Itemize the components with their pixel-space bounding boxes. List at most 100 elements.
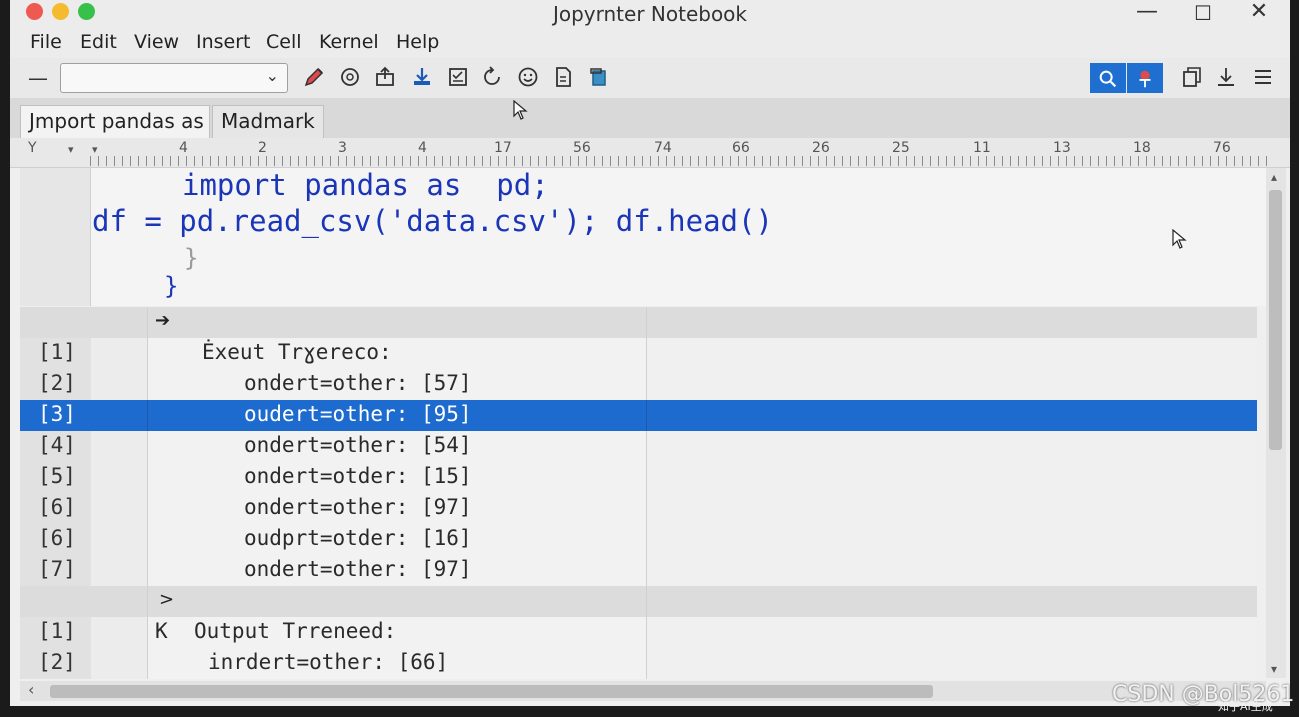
search-button[interactable] — [1090, 63, 1126, 93]
vertical-scroll-thumb[interactable] — [1269, 190, 1282, 450]
maximize-button[interactable]: ☐ — [1188, 1, 1218, 25]
horizontal-scroll-thumb[interactable] — [50, 685, 933, 698]
refresh-icon[interactable] — [480, 65, 506, 91]
table-row-selected[interactable]: [3] oudert=other: [95] — [20, 400, 1257, 431]
output-prompt-row[interactable]: ➔ — [20, 307, 1257, 338]
toolbar: — ⌄ — [10, 58, 1290, 99]
ruler-marker[interactable]: Y — [28, 140, 37, 156]
menu-cell[interactable]: Cell — [266, 31, 302, 53]
row-index: [2] — [38, 371, 76, 395]
minimize-button[interactable]: — — [1132, 0, 1162, 24]
scroll-left-arrow-icon[interactable]: ‹ — [28, 680, 34, 699]
menu-view[interactable]: View — [134, 31, 179, 53]
output-prompt-row[interactable]: > — [20, 586, 1257, 617]
collapse-icon[interactable]: — — [28, 66, 48, 90]
ruler-mark: 4 — [418, 140, 427, 156]
ruler-mark: 13 — [1053, 140, 1071, 156]
ruler-ticks — [90, 156, 1270, 166]
notebook-window: Jopyrnter Notebook — ☐ ✕ File Edit View … — [10, 0, 1290, 706]
watermark-subtext: 知乎AI生成 — [1218, 700, 1273, 713]
ruler-mark: 56 — [573, 140, 591, 156]
ruler-marker[interactable]: ▾ — [92, 143, 98, 156]
output-header-row: [1] Ėxeut Trɣereco: — [20, 338, 1257, 369]
row-index: [6] — [38, 495, 76, 519]
chevron-down-icon: ⌄ — [265, 66, 279, 85]
hamburger-menu-icon[interactable] — [1251, 65, 1277, 91]
ruler-mark: 4 — [179, 140, 188, 156]
code-line-2[interactable]: df = pd.read_csv('data.csv'); df.head() — [92, 204, 773, 238]
pin-icon — [1139, 70, 1151, 88]
output-header-text: Output Trreneed: — [194, 619, 397, 643]
cell-type-select[interactable]: ⌄ — [60, 63, 288, 93]
download-icon[interactable] — [410, 65, 436, 91]
table-row[interactable]: [5] ondert=otder: [15] — [20, 462, 1257, 493]
tab-madmark[interactable]: Madmark — [212, 105, 324, 138]
table-row[interactable]: [7] ondert=other: [97] — [20, 555, 1257, 586]
window-title: Jopyrnter Notebook — [552, 2, 748, 26]
tab-label: Madmark — [221, 109, 315, 133]
checklist-icon[interactable] — [446, 65, 472, 91]
ruler-mark: 18 — [1133, 140, 1151, 156]
upload-icon[interactable] — [373, 65, 399, 91]
row-index: [4] — [38, 433, 76, 457]
ruler-mark: 17 — [494, 140, 512, 156]
row-text: ondert=other: [57] — [244, 371, 472, 395]
row-text: oudert=other: [95] — [244, 402, 472, 426]
ruler-mark: 26 — [812, 140, 830, 156]
scroll-down-arrow-icon[interactable]: ▾ — [1271, 662, 1277, 676]
document-icon[interactable] — [551, 65, 577, 91]
row-index: [2] — [38, 650, 76, 674]
tab-label: Jmport pandas as — [29, 109, 204, 133]
ruler-mark: 3 — [338, 140, 347, 156]
pin-button[interactable] — [1127, 63, 1163, 93]
table-row[interactable]: [6] oudprt=otder: [16] — [20, 524, 1257, 555]
menu-kernel[interactable]: Kernel — [319, 31, 379, 53]
row-index: [5] — [38, 464, 76, 488]
ruler-mark: 2 — [258, 140, 267, 156]
scroll-up-arrow-icon[interactable]: ▴ — [1271, 170, 1277, 184]
output-header-prefix: K — [155, 619, 168, 643]
mouse-cursor-icon — [1172, 229, 1187, 249]
menu-file[interactable]: File — [30, 31, 62, 53]
clipboard-icon[interactable] — [587, 65, 613, 91]
circle-plus-icon[interactable] — [338, 65, 364, 91]
menu-help[interactable]: Help — [396, 31, 439, 53]
menu-insert[interactable]: Insert — [196, 31, 251, 53]
row-index: [6] — [38, 526, 76, 550]
ruler-mark: 74 — [654, 140, 672, 156]
row-text: inrdert=other: [66] — [208, 650, 449, 674]
close-button[interactable]: ✕ — [1244, 0, 1274, 24]
menu-edit[interactable]: Edit — [80, 31, 117, 53]
tab-import-pandas[interactable]: Jmport pandas as — [20, 105, 210, 138]
search-icon — [1099, 70, 1117, 88]
output-header-row: [1] K Output Trreneed: — [20, 617, 1257, 648]
menu-bar: File Edit View Insert Cell Kernel Help — [10, 28, 1290, 58]
code-cell-gutter[interactable] — [20, 168, 91, 306]
title-bar: Jopyrnter Notebook — ☐ ✕ — [10, 0, 1290, 28]
row-index: [1] — [38, 619, 76, 643]
table-row[interactable]: [4] ondert=other: [54] — [20, 431, 1257, 462]
pencil-icon[interactable] — [302, 65, 328, 91]
row-index: [7] — [38, 557, 76, 581]
move-down-icon[interactable] — [1214, 65, 1240, 91]
code-cell-editor[interactable]: import pandas as pd; df = pd.read_csv('d… — [91, 168, 1266, 306]
smiley-icon[interactable] — [516, 65, 542, 91]
row-index: [1] — [38, 340, 76, 364]
row-index: [3] — [38, 402, 76, 426]
ruler-mark: 11 — [973, 140, 991, 156]
table-row[interactable]: [2] inrdert=other: [66] — [20, 648, 1257, 679]
table-row[interactable]: [2] ondert=other: [57] — [20, 369, 1257, 400]
ruler: Y ▾ ▾ 4 2 3 4 17 56 74 66 26 25 11 13 18… — [10, 138, 1290, 168]
output-expand-arrow-icon[interactable]: ➔ — [155, 310, 170, 331]
ruler-mark: 76 — [1213, 140, 1231, 156]
tab-strip: Jmport pandas as Madmark — [10, 98, 1290, 138]
output-expand-arrow-icon[interactable]: > — [159, 589, 174, 610]
copy-icon[interactable] — [1180, 65, 1206, 91]
output-header-text: Ėxeut Trɣereco: — [202, 340, 392, 364]
row-text: ondert=otder: [15] — [244, 464, 472, 488]
row-text: ondert=other: [97] — [244, 495, 472, 519]
mouse-cursor-icon — [513, 100, 528, 120]
code-line-1[interactable]: import pandas as pd; — [182, 168, 549, 202]
ruler-marker[interactable]: ▾ — [68, 143, 74, 156]
table-row[interactable]: [6] ondert=other: [97] — [20, 493, 1257, 524]
